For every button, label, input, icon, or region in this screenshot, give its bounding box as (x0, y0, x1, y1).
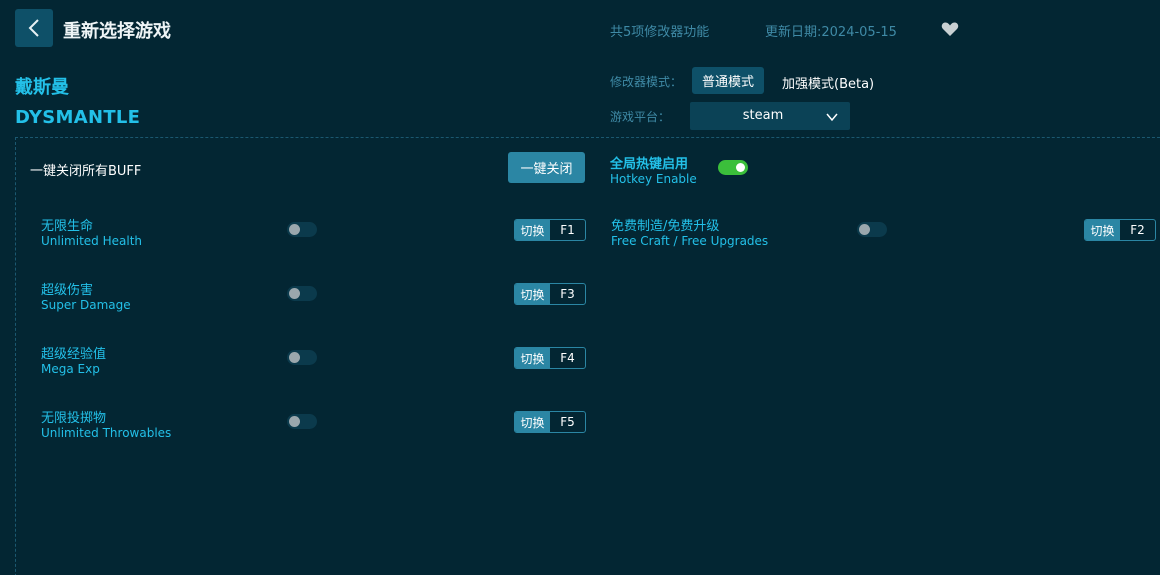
hotkey-key: F1 (560, 223, 575, 237)
cheat-panel (15, 137, 1160, 575)
cheat-toggle[interactable] (287, 350, 317, 365)
hotkey-button[interactable]: 切换 F2 (1084, 219, 1156, 241)
cheat-name-en: Free Craft / Free Upgrades (611, 234, 769, 248)
mode-label: 修改器模式： (610, 75, 683, 89)
feature-count: 共5项修改器功能 (610, 25, 710, 40)
toggle-knob (736, 163, 745, 172)
hotkey-enable-label-cn: 全局热键启用 (610, 157, 689, 172)
platform-value: steam (742, 108, 784, 123)
update-date: 更新日期:2024-05-15 (765, 25, 897, 40)
cheat-name-cn: 免费制造/免费升级 (611, 219, 720, 234)
cheat-name-cn: 超级经验值 (41, 347, 107, 362)
switch-label: 切换 (515, 284, 550, 304)
switch-label: 切换 (1085, 220, 1120, 240)
switch-label: 切换 (515, 348, 550, 368)
toggle-knob (289, 416, 300, 427)
hotkey-button[interactable]: 切换 F4 (514, 347, 586, 369)
hotkey-button[interactable]: 切换 F5 (514, 411, 586, 433)
platform-label: 游戏平台： (610, 110, 671, 124)
hotkey-button[interactable]: 切换 F3 (514, 283, 586, 305)
cheat-toggle[interactable] (287, 286, 317, 301)
cheat-toggle[interactable] (287, 222, 317, 237)
toggle-knob (289, 224, 300, 235)
chevron-left-icon (28, 19, 39, 37)
enhanced-mode-button[interactable]: 加强模式(Beta) (782, 73, 874, 92)
cheat-toggle[interactable] (287, 414, 317, 429)
chevron-down-icon (826, 113, 838, 122)
all-off-label: 一键关闭所有BUFF (30, 164, 142, 179)
hotkey-enable-toggle[interactable] (718, 160, 748, 175)
cheat-name-en: Super Damage (41, 298, 131, 312)
cheat-name-en: Mega Exp (41, 362, 100, 376)
cheat-name-cn: 无限生命 (41, 219, 94, 234)
switch-label: 切换 (515, 412, 550, 432)
hotkey-key: F3 (560, 287, 575, 301)
hotkey-key: F4 (560, 351, 575, 365)
hotkey-key: F2 (1130, 223, 1145, 237)
toggle-knob (859, 224, 870, 235)
game-name-cn: 戴斯曼 (15, 77, 69, 98)
cheat-toggle[interactable] (857, 222, 887, 237)
toggle-knob (289, 288, 300, 299)
normal-mode-button[interactable]: 普通模式 (692, 67, 764, 94)
platform-select[interactable]: steam (690, 102, 850, 130)
hotkey-key: F5 (560, 415, 575, 429)
cheat-name-en: Unlimited Health (41, 234, 143, 248)
cheat-name-cn: 无限投掷物 (41, 411, 107, 426)
hotkey-button[interactable]: 切换 F1 (514, 219, 586, 241)
switch-label: 切换 (515, 220, 550, 240)
hotkey-enable-label-en: Hotkey Enable (610, 172, 697, 186)
toggle-knob (289, 352, 300, 363)
cheat-name-cn: 超级伤害 (41, 283, 94, 298)
back-button[interactable] (15, 9, 53, 47)
heart-icon[interactable] (940, 19, 960, 39)
all-off-button[interactable]: 一键关闭 (508, 152, 585, 183)
cheat-name-en: Unlimited Throwables (41, 426, 172, 440)
game-name-en: DYSMANTLE (15, 107, 141, 128)
page-title: 重新选择游戏 (63, 21, 171, 42)
